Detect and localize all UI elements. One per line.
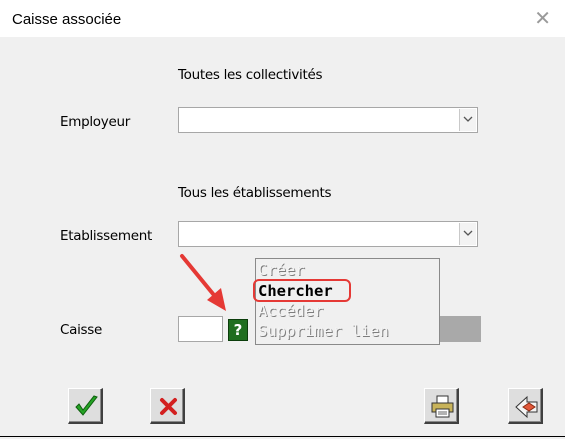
chevron-down-icon[interactable] — [459, 223, 476, 245]
bottom-border — [0, 436, 565, 437]
window-title: Caisse associée — [12, 11, 122, 28]
menu-item-supprimer-lien: Supprimer lien — [258, 322, 389, 340]
printer-icon — [431, 395, 454, 418]
help-icon[interactable]: ? — [228, 319, 248, 341]
employeur-scope-text: Toutes les collectivités — [178, 67, 323, 83]
etablissement-scope-text: Tous les établissements — [178, 185, 332, 201]
etablissement-combobox[interactable] — [178, 221, 478, 247]
employeur-label: Employeur — [60, 114, 130, 130]
chercher-highlight-box — [253, 279, 351, 302]
red-x-icon — [160, 398, 177, 415]
caisse-label: Caisse — [60, 322, 103, 338]
employeur-combobox[interactable] — [178, 107, 478, 133]
close-icon[interactable]: ✕ — [534, 8, 551, 28]
red-arrow-icon — [180, 254, 226, 311]
print-button[interactable] — [424, 388, 459, 424]
validate-button[interactable] — [68, 388, 103, 424]
eraser-back-icon — [515, 395, 538, 419]
menu-item-acceder: Accéder — [258, 302, 324, 320]
menu-item-creer: Créer — [258, 261, 305, 279]
chevron-down-icon[interactable] — [459, 109, 476, 131]
back-button[interactable] — [508, 388, 543, 424]
caisse-description-field — [436, 316, 481, 342]
caisse-input[interactable] — [178, 316, 223, 342]
etablissement-label: Etablissement — [60, 228, 152, 244]
title-bar: Caisse associée ✕ — [0, 0, 565, 37]
green-checkmark-icon — [75, 395, 98, 416]
cancel-button[interactable] — [150, 388, 185, 424]
